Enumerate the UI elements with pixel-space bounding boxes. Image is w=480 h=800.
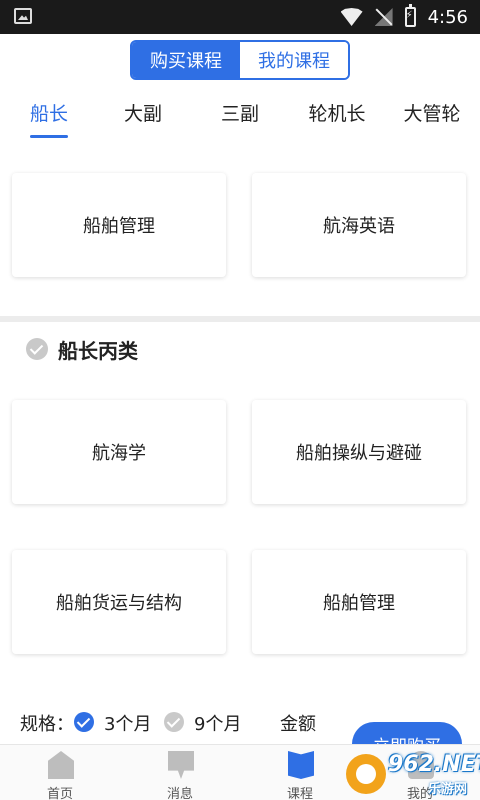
status-icons: 4:56 <box>340 4 468 28</box>
course-card[interactable]: 航海学 <box>12 400 226 504</box>
nav-label: 消息 <box>166 787 193 800</box>
check-circle-icon[interactable] <box>74 712 94 732</box>
check-circle-icon[interactable] <box>26 338 48 360</box>
course-card[interactable]: 航海英语 <box>252 173 466 277</box>
status-time: 4:56 <box>427 6 468 28</box>
image-notification-icon <box>14 8 32 24</box>
spec-option-9-months[interactable]: 9个月 <box>194 710 241 736</box>
no-signal-icon <box>375 8 393 26</box>
home-icon <box>48 751 74 779</box>
nav-label: 首页 <box>46 787 73 800</box>
watermark-subtext: 乐游网 <box>428 782 468 797</box>
nav-courses[interactable]: 课程 <box>240 745 360 800</box>
tab-chief-engineer[interactable]: 轮机长 <box>297 96 377 144</box>
course-card[interactable]: 船舶管理 <box>252 550 466 654</box>
buy-courses-tab[interactable]: 购买课程 <box>132 42 240 78</box>
watermark-logo-icon <box>346 754 386 794</box>
tab-third-mate[interactable]: 三副 <box>205 96 275 144</box>
tab-chief-mate[interactable]: 大副 <box>108 96 178 144</box>
section-title: 船长丙类 <box>58 338 138 363</box>
watermark-text: 962.NET <box>388 752 480 777</box>
course-card[interactable]: 船舶货运与结构 <box>12 550 226 654</box>
nav-messages[interactable]: 消息 <box>120 745 240 800</box>
battery-charging-icon <box>404 4 416 27</box>
watermark: 962.NET 乐游网 <box>346 750 480 798</box>
course-card[interactable]: 船舶操纵与避碰 <box>252 400 466 504</box>
rank-tabs: 船长 大副 三副 轮机长 大管轮 <box>0 96 480 144</box>
section-divider <box>0 316 480 322</box>
course-segment-control: 购买课程 我的课程 <box>130 40 350 80</box>
message-icon <box>168 751 194 779</box>
spec-option-3-months[interactable]: 3个月 <box>104 710 151 736</box>
my-courses-tab[interactable]: 我的课程 <box>240 42 348 78</box>
course-card[interactable]: 船舶管理 <box>12 173 226 277</box>
tab-second-engineer[interactable]: 大管轮 <box>392 96 472 144</box>
amount-label: 金额 <box>280 714 316 735</box>
book-icon <box>288 751 314 779</box>
spec-label: 规格： <box>20 714 74 735</box>
status-bar: 4:56 <box>0 0 480 34</box>
wifi-icon <box>340 8 363 26</box>
nav-label: 课程 <box>286 787 313 800</box>
section-header[interactable]: 船长丙类 <box>26 334 138 364</box>
active-tab-indicator <box>30 135 68 138</box>
nav-home[interactable]: 首页 <box>0 745 120 800</box>
check-circle-icon[interactable] <box>164 712 184 732</box>
